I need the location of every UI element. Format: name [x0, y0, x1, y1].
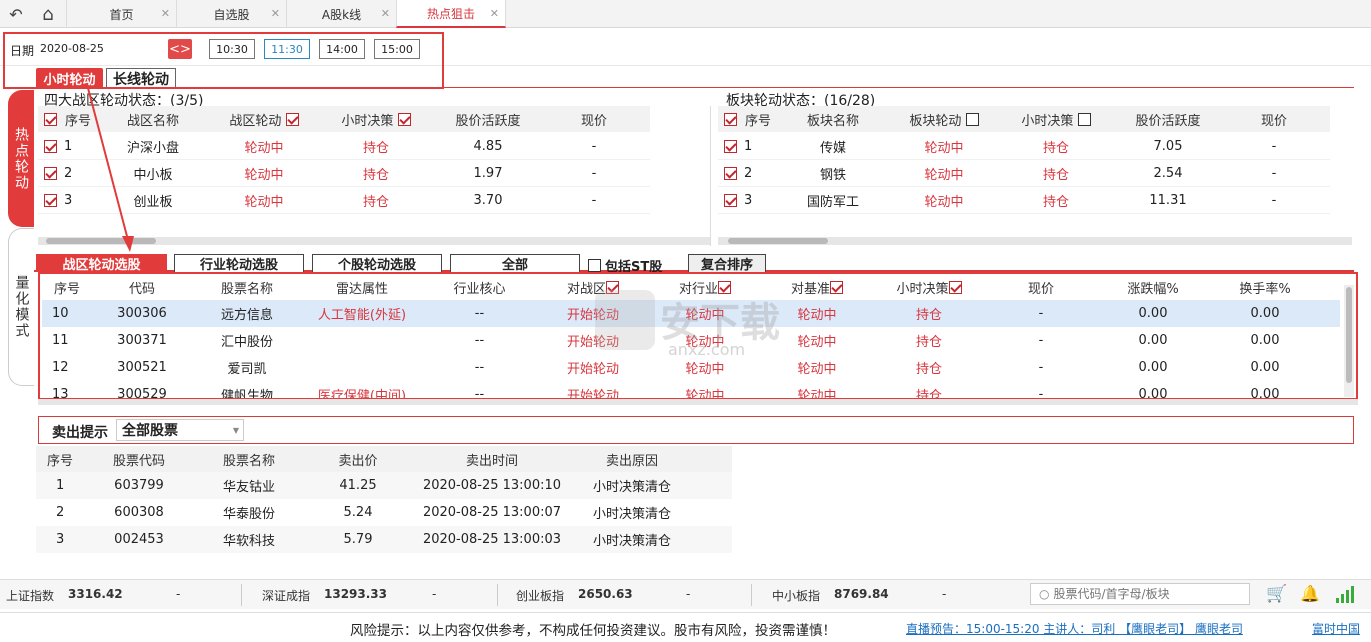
annotation-arrow [87, 87, 134, 252]
